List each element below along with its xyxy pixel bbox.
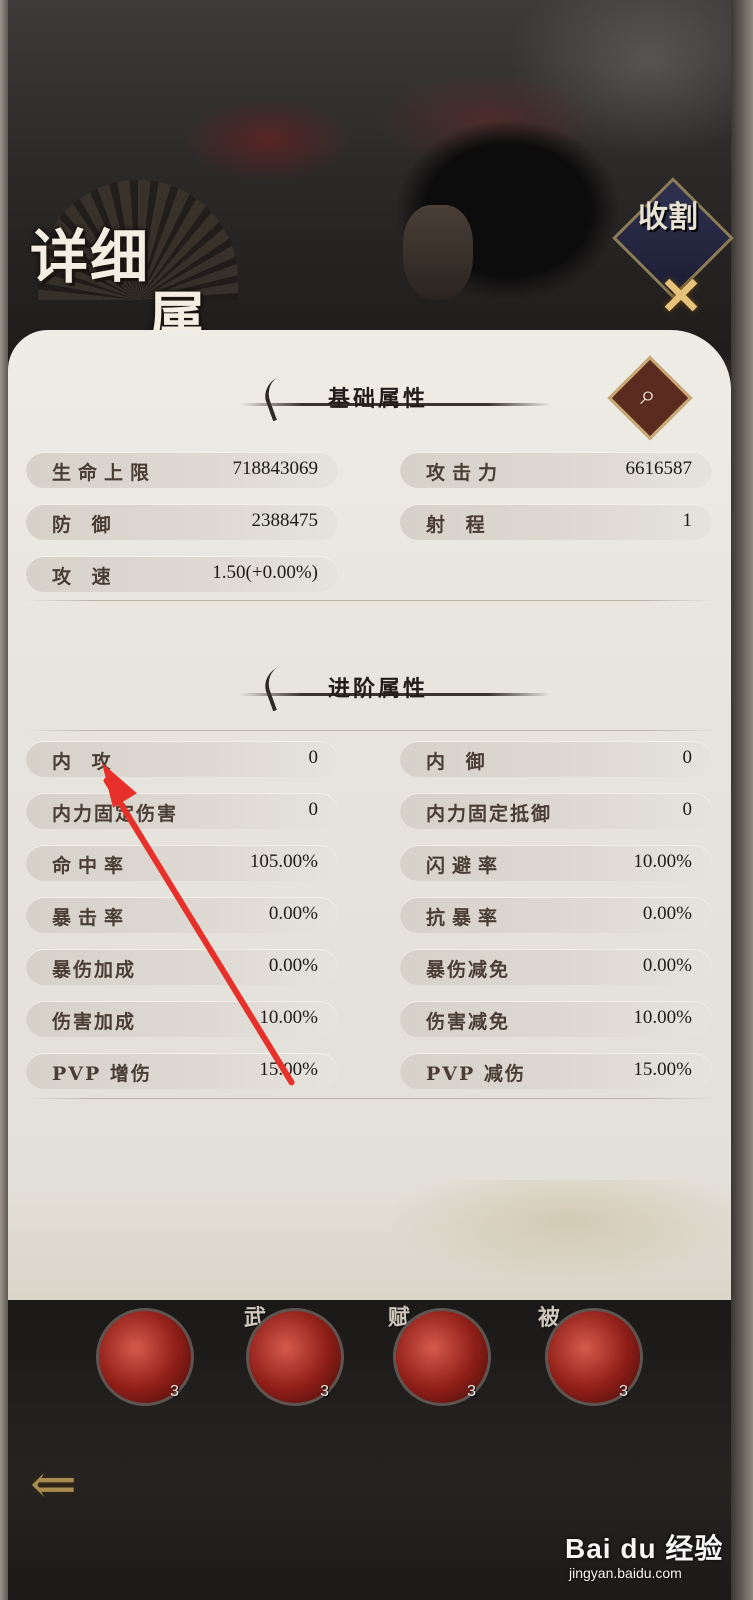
watermark-url: jingyan.baidu.com (569, 1565, 682, 1581)
stat-row-attack-speed: 攻 速 1.50(+0.00%) (26, 556, 338, 592)
stat-label: 暴击率 (52, 907, 131, 929)
stat-label: 抗暴率 (426, 907, 505, 929)
section-divider (25, 730, 715, 731)
skill-level: 3 (619, 1383, 628, 1400)
skill-slot[interactable]: 3 (96, 1308, 194, 1406)
stat-value: 15.00% (633, 1059, 692, 1080)
stat-row-defense: 防 御 2388475 (26, 504, 338, 540)
stat-label: 内力固定抵御 (426, 803, 553, 825)
stat-row-hit-rate: 命中率 105.00% (26, 845, 338, 881)
stat-row-pvp-damage-reduction: PVP 减伤 15.00% (400, 1053, 712, 1089)
stat-value: 6616587 (625, 458, 693, 479)
watermark: Bai du 经验 jingyan.baidu.com (565, 1527, 725, 1587)
stat-row-dodge-rate: 闪避率 10.00% (400, 845, 712, 881)
stat-value: 1 (682, 510, 693, 531)
stat-value: 0.00% (642, 903, 692, 924)
stat-label: 防 御 (52, 514, 118, 536)
skill-slot[interactable]: 3 (545, 1308, 643, 1406)
harvest-badge-label: 收割 (638, 200, 698, 235)
stat-value: 0.00% (268, 955, 318, 976)
stat-label: 命中率 (52, 855, 131, 877)
stat-value: 1.50(+0.00%) (212, 562, 318, 583)
stat-row-hp-max: 生命上限 718843069 (26, 452, 338, 488)
stat-label: PVP 增伤 (52, 1063, 152, 1085)
stat-value: 0 (308, 799, 319, 820)
stat-value: 0 (308, 747, 319, 768)
stat-value: 10.00% (633, 851, 692, 872)
stat-row-range: 射 程 1 (400, 504, 712, 540)
brush-ornament-icon (259, 368, 315, 422)
skill-level: 3 (320, 1383, 329, 1400)
page-title: 详细 属性 (30, 210, 260, 437)
stat-label: 攻 速 (52, 566, 118, 588)
stat-value: 0.00% (642, 955, 692, 976)
skill-slot[interactable]: 3 (393, 1308, 491, 1406)
stat-value: 0 (682, 747, 693, 768)
back-arrow-icon[interactable]: ⇐ (30, 1457, 100, 1513)
stat-label: 射 程 (426, 514, 492, 536)
stat-label: 闪避率 (426, 855, 505, 877)
panel-bottom-decoration (8, 1180, 731, 1310)
section-divider (25, 1098, 715, 1099)
stat-row-fixed-internal-resist: 内力固定抵御 0 (400, 793, 712, 829)
stat-label: 暴伤减免 (426, 959, 511, 981)
skill-level: 3 (170, 1383, 179, 1400)
stat-label: 伤害加成 (52, 1011, 137, 1033)
left-frame-border (0, 0, 8, 1600)
stat-value: 10.00% (259, 1007, 318, 1028)
stat-row-damage-reduction: 伤害减免 10.00% (400, 1001, 712, 1037)
stat-row-damage-bonus: 伤害加成 10.00% (26, 1001, 338, 1037)
stat-row-crit-damage-reduction: 暴伤减免 0.00% (400, 949, 712, 985)
section-divider (25, 600, 715, 601)
stat-value: 718843069 (232, 458, 319, 479)
search-icon: ⌕ (640, 378, 656, 411)
stat-label: 攻击力 (426, 462, 505, 484)
stat-row-fixed-internal-damage: 内力固定伤害 0 (26, 793, 338, 829)
stat-row-crit-damage-bonus: 暴伤加成 0.00% (26, 949, 338, 985)
stat-value: 105.00% (249, 851, 318, 872)
advanced-attributes-title: 进阶属性 (328, 676, 429, 702)
skill-slot[interactable]: 3 (246, 1308, 344, 1406)
stat-row-attack: 攻击力 6616587 (400, 452, 712, 488)
stat-value: 0.00% (268, 903, 318, 924)
close-icon[interactable]: ✕ (656, 271, 706, 323)
basic-attributes-title: 基础属性 (328, 386, 429, 412)
right-frame-border (731, 0, 753, 1600)
skill-level: 3 (467, 1383, 476, 1400)
stat-label: 内 御 (426, 751, 492, 773)
stat-value: 0 (682, 799, 693, 820)
stat-row-internal-attack: 内 攻 0 (26, 741, 338, 777)
page-title-line-1: 详细 (30, 223, 151, 291)
advanced-attributes-header: 进阶属性 (0, 658, 753, 725)
stat-label: 暴伤加成 (52, 959, 137, 981)
stat-label: 伤害减免 (426, 1011, 511, 1033)
stat-label: 生命上限 (52, 462, 157, 484)
watermark-brand: Bai du 经验 (565, 1533, 724, 1564)
hero-character-face (403, 205, 473, 300)
stat-value: 2388475 (251, 510, 319, 531)
screen: 详细 属性 收割 ✕ 基础属性 ⌕ 生命上限 718843069 攻击力 661… (0, 0, 753, 1600)
stat-value: 10.00% (633, 1007, 692, 1028)
brush-ornament-icon (259, 658, 315, 712)
stat-row-internal-defense: 内 御 0 (400, 741, 712, 777)
stat-label: PVP 减伤 (426, 1063, 526, 1085)
stat-row-crit-resist: 抗暴率 0.00% (400, 897, 712, 933)
